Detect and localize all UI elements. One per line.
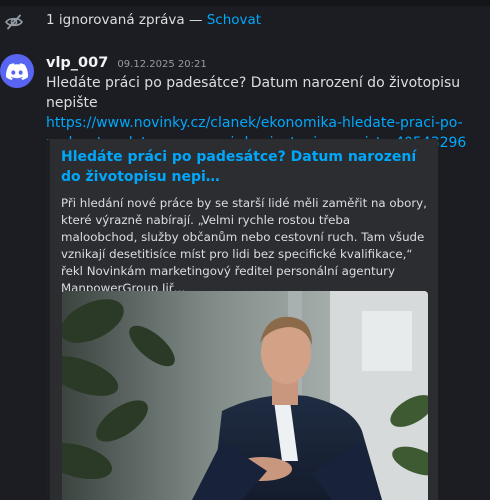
ignored-message-row: 1 ignorovaná zpráva — Schovat — [0, 6, 490, 38]
embed-title[interactable]: Hledáte práci po padesátce? Datum naroze… — [61, 147, 421, 187]
ignored-message-text: 1 ignorovaná zpráva — Schovat — [46, 12, 262, 28]
link-embed: Hledáte práci po padesátce? Datum naroze… — [46, 139, 438, 500]
hide-ignored-link[interactable]: Schovat — [207, 12, 261, 28]
embed-thumbnail[interactable] — [62, 291, 428, 500]
message-header: vlp_007 09.12.2025 20:21 — [46, 52, 207, 71]
discord-logo-icon — [6, 62, 28, 80]
username[interactable]: vlp_007 — [46, 55, 108, 71]
eye-slash-icon — [4, 12, 24, 32]
message-text: Hledáte práci po padesátce? Datum naroze… — [46, 75, 461, 111]
embed-description: Při hledání nové práce by se starší lidé… — [61, 196, 427, 295]
timestamp: 09.12.2025 20:21 — [117, 59, 207, 70]
avatar[interactable] — [0, 54, 34, 88]
